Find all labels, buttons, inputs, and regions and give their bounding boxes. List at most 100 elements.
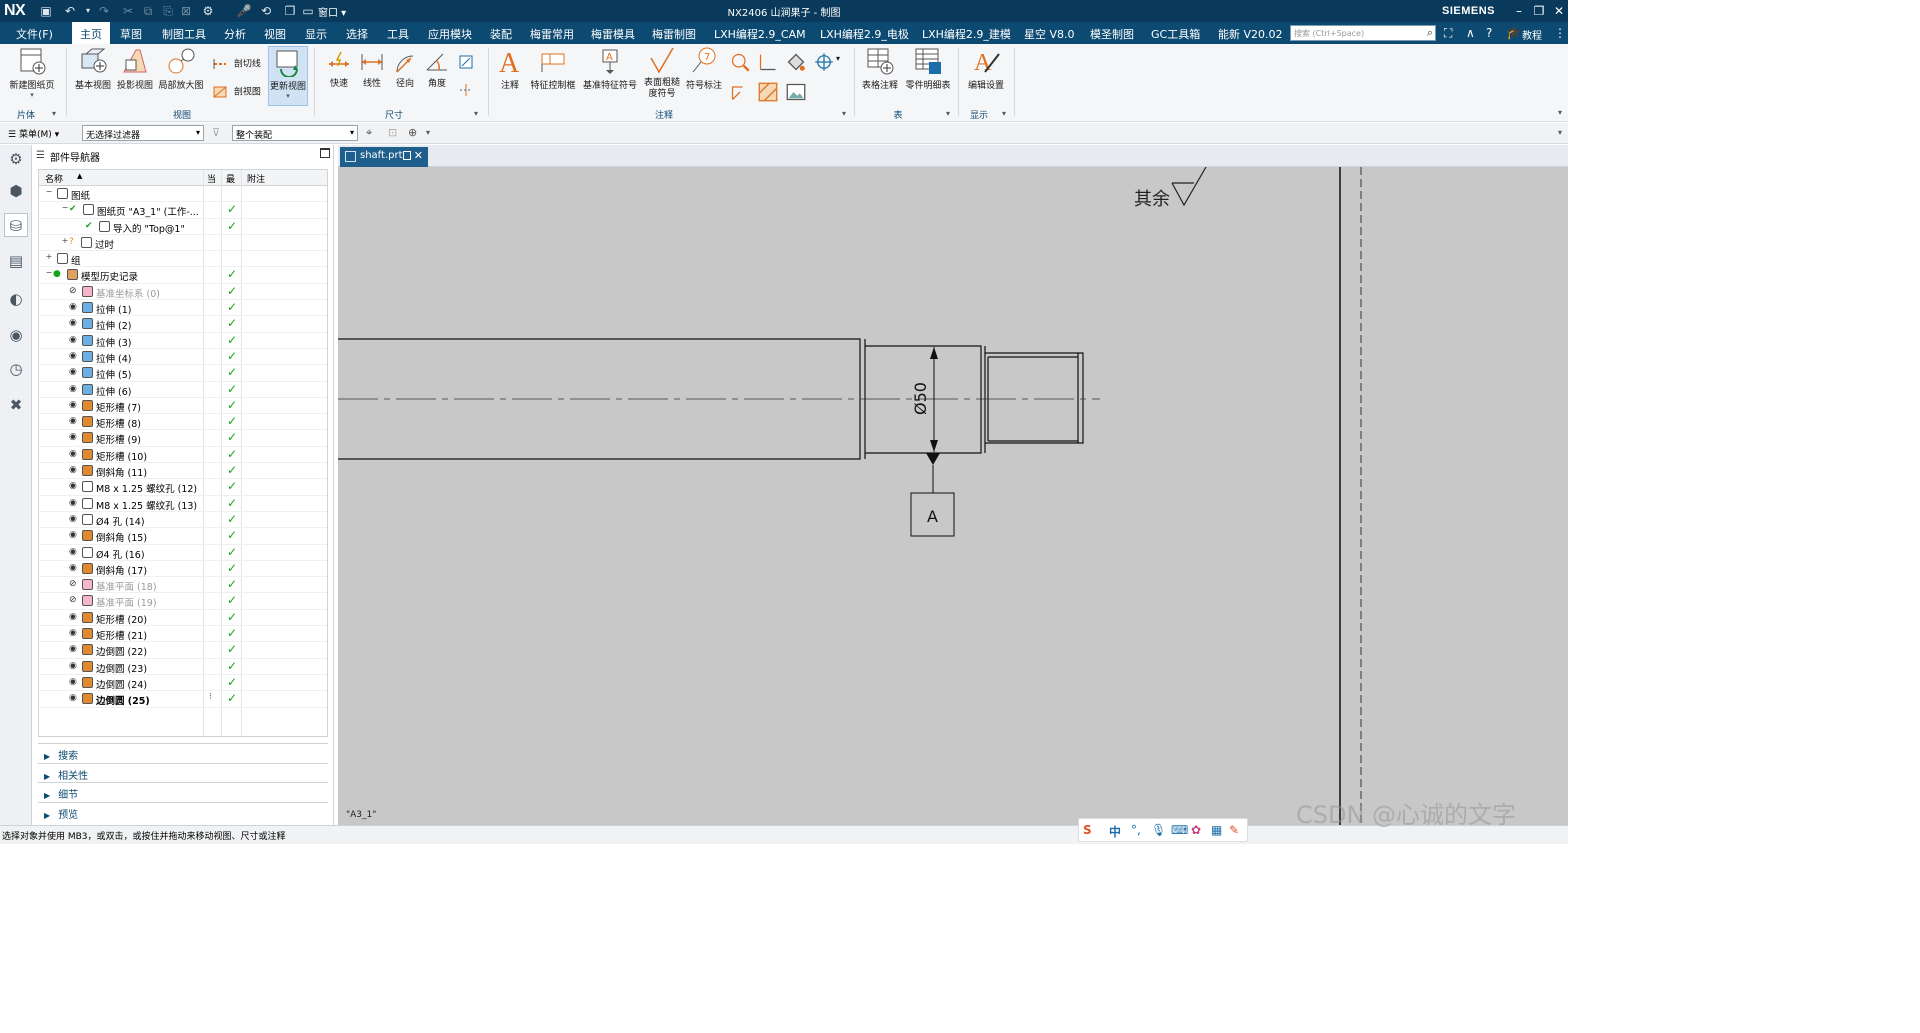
visible-eye-icon[interactable]: ◉ bbox=[69, 449, 77, 459]
menu-assembly[interactable]: 装配 bbox=[490, 26, 512, 42]
visible-eye-icon[interactable]: ◉ bbox=[69, 644, 77, 654]
group-dimension-arrow[interactable]: ▾ bbox=[474, 109, 478, 118]
type-filter-select[interactable]: 无选择过滤器 ▾ bbox=[82, 125, 204, 141]
tab-close-icon[interactable]: ✕ bbox=[414, 149, 423, 162]
tree-row[interactable]: ◉ 倒斜角 (11) ✓ bbox=[39, 463, 327, 480]
ime-skin-icon[interactable]: ✿ bbox=[1191, 823, 1201, 837]
note-button[interactable]: A 注释 bbox=[494, 46, 526, 91]
menu-nengxin[interactable]: 能新 V20.02 bbox=[1218, 26, 1283, 42]
datum-feature-symbol-button[interactable]: A 基准特征符号 bbox=[580, 46, 640, 91]
edit-settings-button[interactable]: A 编辑设置 bbox=[964, 46, 1008, 91]
expand-icon[interactable]: + bbox=[45, 253, 53, 261]
tree-row[interactable]: − ● 模型历史记录 ✓ bbox=[39, 267, 327, 284]
visible-eye-icon[interactable]: ◉ bbox=[69, 465, 77, 475]
visible-eye-icon[interactable]: ◉ bbox=[69, 693, 77, 703]
ime-more-icon[interactable]: ✎ bbox=[1229, 823, 1239, 837]
menu-gc-toolbox[interactable]: GC工具箱 bbox=[1151, 26, 1200, 42]
annotation-fill-icon[interactable] bbox=[786, 52, 809, 72]
tree-row[interactable]: ◉ 边倒圆 (22) ✓ bbox=[39, 642, 327, 659]
fullscreen-icon[interactable]: ⛶ bbox=[1444, 26, 1452, 41]
reuse-library-icon[interactable]: ▤ bbox=[4, 249, 28, 273]
expand-icon[interactable]: + bbox=[61, 236, 69, 245]
panel-dependencies[interactable]: ▶ 相关性 bbox=[38, 762, 328, 783]
visible-eye-icon[interactable]: ◉ bbox=[69, 400, 77, 410]
snap-point-icon[interactable]: ⌖ bbox=[366, 126, 372, 140]
select-mode-dropdown-icon[interactable]: ▾ bbox=[426, 128, 430, 137]
tree-row[interactable]: ◉ 矩形槽 (21) ✓ bbox=[39, 626, 327, 643]
ribbon-options-arrow[interactable]: ▾ bbox=[1558, 108, 1562, 117]
tree-row[interactable]: ✔ 导入的 "Top@1" ✓ bbox=[39, 219, 327, 235]
menu-meilei-common[interactable]: 梅雷常用 bbox=[530, 26, 574, 42]
collapse-ribbon-icon[interactable]: ∧ bbox=[1466, 26, 1475, 40]
visible-eye-icon[interactable]: ◉ bbox=[69, 498, 77, 508]
assembly-navigator-icon[interactable]: ⬢ bbox=[4, 179, 28, 203]
menu-meilei-mold[interactable]: 梅雷模具 bbox=[591, 26, 635, 42]
tree-row[interactable]: ◉ 拉伸 (4) ✓ bbox=[39, 349, 327, 366]
navigator-menu-icon[interactable]: ☰ bbox=[36, 150, 45, 161]
dimension-extra-icon-2[interactable] bbox=[458, 82, 477, 98]
annotation-zoom-icon[interactable] bbox=[730, 52, 753, 72]
detail-view-button[interactable]: 局部放大图 bbox=[156, 46, 206, 91]
tree-row[interactable]: ⊘ 基准平面 (18) ✓ bbox=[39, 577, 327, 594]
visible-eye-icon[interactable]: ◉ bbox=[69, 432, 77, 442]
settings-gear-icon[interactable]: ⚙ bbox=[4, 147, 28, 171]
visible-eye-icon[interactable]: ◉ bbox=[69, 677, 77, 687]
visible-eye-icon[interactable]: ◉ bbox=[69, 547, 77, 557]
hidden-eye-icon[interactable]: ⊘ bbox=[69, 579, 77, 589]
maximize-icon[interactable] bbox=[320, 148, 330, 158]
tree-row[interactable]: ◉ 边倒圆 (24) ✓ bbox=[39, 675, 327, 692]
visible-eye-icon[interactable]: ◉ bbox=[69, 335, 77, 345]
linear-dimension-button[interactable]: 线性 bbox=[356, 46, 388, 89]
annotation-crosshatch-tool-icon[interactable] bbox=[730, 82, 753, 102]
visible-eye-icon[interactable]: ◉ bbox=[69, 384, 77, 394]
dimension-extra-icon-1[interactable] bbox=[458, 54, 477, 70]
sort-ascending-icon[interactable]: ▲ bbox=[77, 172, 82, 180]
menu-home[interactable]: 主页 bbox=[72, 22, 110, 44]
radial-dimension-button[interactable]: 径向 bbox=[390, 46, 420, 89]
visible-eye-icon[interactable]: ◉ bbox=[69, 481, 77, 491]
drawing-canvas[interactable]: 其余 Ø50 A "A3_1" bbox=[338, 167, 1568, 825]
hd3d-tools-icon[interactable]: ◐ bbox=[4, 287, 28, 311]
section-line-button[interactable]: 剖切线 bbox=[212, 56, 261, 72]
rapid-dimension-button[interactable]: 快速 bbox=[322, 46, 356, 89]
visible-eye-icon[interactable]: ◉ bbox=[69, 514, 77, 524]
tree-row[interactable]: ◉ 矩形槽 (10) ✓ bbox=[39, 447, 327, 464]
system-tools-icon[interactable]: ✖ bbox=[4, 393, 28, 417]
column-current-header[interactable]: 当 bbox=[207, 172, 216, 185]
annotation-dropdown-icon[interactable]: ▾ bbox=[836, 54, 840, 63]
tree-row[interactable]: ◉ 矩形槽 (7) ✓ bbox=[39, 398, 327, 415]
projected-view-button[interactable]: 投影视图 bbox=[115, 46, 155, 91]
web-browser-icon[interactable]: ◉ bbox=[4, 323, 28, 347]
collapse-icon[interactable]: − bbox=[61, 204, 69, 212]
menu-lxh-cam[interactable]: LXH编程2.9_CAM bbox=[714, 26, 806, 42]
menu-xingkong[interactable]: 星空 V8.0 bbox=[1024, 26, 1075, 42]
panel-search[interactable]: ▶ 搜索 bbox=[38, 743, 328, 763]
menu-select[interactable]: 选择 bbox=[346, 26, 368, 42]
visible-eye-icon[interactable]: ◉ bbox=[69, 628, 77, 638]
tab-shaft-prt[interactable]: shaft.prt ✕ bbox=[340, 147, 428, 167]
ime-keyboard-icon[interactable]: ⌨ bbox=[1171, 823, 1188, 837]
ime-punctuation-icon[interactable]: °, bbox=[1131, 823, 1141, 837]
tree-row[interactable]: − 图纸 bbox=[39, 186, 327, 203]
section-view-button[interactable]: 剖视图 bbox=[212, 84, 261, 100]
ime-voice-icon[interactable]: 🎙 bbox=[1151, 823, 1166, 837]
diameter-dimension-text[interactable]: Ø50 bbox=[911, 382, 930, 415]
surface-finish-symbol[interactable] bbox=[1171, 167, 1207, 207]
visible-eye-icon[interactable]: ◉ bbox=[69, 302, 77, 312]
annotation-target-icon[interactable] bbox=[814, 52, 837, 72]
menu-mosheng-drafting[interactable]: 模圣制图 bbox=[1090, 26, 1134, 42]
menu-button[interactable]: ☰ 菜单(M) ▾ bbox=[8, 127, 59, 140]
visible-eye-icon[interactable]: ◉ bbox=[69, 563, 77, 573]
tree-row[interactable]: ◉ M8 x 1.25 螺纹孔 (13) ✓ bbox=[39, 496, 327, 512]
hidden-eye-icon[interactable]: ⊘ bbox=[69, 286, 77, 296]
base-view-button[interactable]: 基本视图 bbox=[72, 46, 114, 91]
tree-row[interactable]: ◉ 矩形槽 (8) ✓ bbox=[39, 414, 327, 431]
tree-row[interactable]: ⊘ 基准平面 (19) ✓ bbox=[39, 593, 327, 610]
angular-dimension-button[interactable]: 角度 bbox=[422, 46, 452, 89]
status-dot-icon[interactable]: ● bbox=[53, 269, 61, 279]
tree-row[interactable]: ◉ Ø4 孔 (14) ✓ bbox=[39, 512, 327, 529]
tree-row[interactable]: ◉ 矩形槽 (20) ✓ bbox=[39, 610, 327, 627]
group-annotation-arrow[interactable]: ▾ bbox=[842, 109, 846, 118]
restore-button[interactable]: ❐ bbox=[1530, 2, 1548, 20]
tree-row[interactable]: ◉ 拉伸 (2) ✓ bbox=[39, 316, 327, 333]
